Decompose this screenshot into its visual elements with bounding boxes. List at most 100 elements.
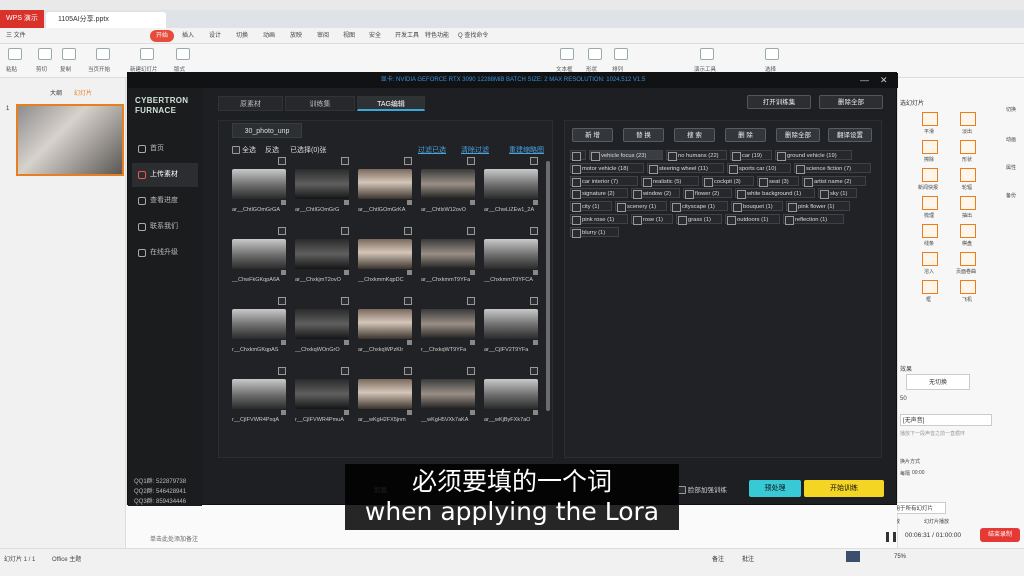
thumbnail-item[interactable]: ar__CjIFV2T9YFa (484, 297, 540, 357)
cut-icon[interactable] (38, 48, 52, 60)
thumbnail-checkbox[interactable] (278, 157, 286, 165)
slide-play-button[interactable]: 幻灯片播放 (924, 518, 949, 525)
effect-spoke-icon[interactable] (960, 168, 976, 182)
menu-view[interactable]: 视图 (343, 28, 355, 44)
thumbnail-checkbox[interactable] (530, 367, 538, 375)
trash-icon[interactable] (407, 340, 412, 345)
loop-option[interactable]: 播放下一段声音之前一直循环 (900, 430, 965, 437)
menu-file[interactable]: 三 文件 (6, 28, 26, 44)
thumbnail-item[interactable]: __ChxkmmKqpDC (358, 227, 414, 287)
thumbnail-image[interactable] (295, 169, 349, 199)
thumbnail-item[interactable]: ar__ChtlGOmGrGA (232, 157, 288, 217)
menu-dev[interactable]: 开发工具 (395, 28, 419, 44)
new-slide-icon[interactable] (140, 48, 154, 60)
gallery-scrollbar[interactable] (546, 161, 550, 411)
tab-tag-edit[interactable]: TAG编辑 (357, 96, 425, 111)
thumbnail-item[interactable]: r__CjIFVWR4PmuA (295, 367, 351, 427)
thumbnail-checkbox[interactable] (404, 157, 412, 165)
stop-recording-button[interactable]: 结束录制 (980, 528, 1020, 542)
pause-icon[interactable] (886, 532, 896, 542)
tag-chip[interactable]: sky (1) (818, 188, 857, 199)
side-backup[interactable]: 备份 (1006, 192, 1016, 199)
trash-icon[interactable] (281, 340, 286, 345)
thumbnail-checkbox[interactable] (404, 227, 412, 235)
thumbnail-item[interactable]: ar__ChxkjmT2ovO (295, 227, 351, 287)
tag-replace-button[interactable]: 替 换 (623, 128, 664, 142)
thumbnail-checkbox[interactable] (467, 297, 475, 305)
tag-chip[interactable]: realistic (5) (641, 176, 699, 187)
tag-chip[interactable]: signature (2) (570, 188, 628, 199)
side-switch[interactable]: 切换 (1006, 106, 1016, 113)
invert-selection[interactable]: 反选 (265, 145, 279, 155)
thumbnail-image[interactable] (358, 169, 412, 199)
tab-raw[interactable]: 原素材 (218, 96, 283, 111)
thumbnail-checkbox[interactable] (530, 297, 538, 305)
trash-icon[interactable] (281, 200, 286, 205)
menu-switch[interactable]: 切换 (236, 28, 248, 44)
effect-lines-icon[interactable] (922, 224, 938, 238)
tag-chip[interactable] (570, 150, 586, 161)
effect-plane-icon[interactable] (960, 280, 976, 294)
thumbnail-image[interactable] (295, 309, 349, 339)
thumbnail-image[interactable] (421, 379, 475, 409)
copy-icon[interactable] (62, 48, 76, 60)
thumbnail-checkbox[interactable] (467, 157, 475, 165)
select-icon[interactable] (765, 48, 779, 60)
menu-start[interactable]: 开始 (150, 30, 175, 42)
thumbnail-item[interactable]: ar__wKjByFXk7aO (484, 367, 540, 427)
paste-icon[interactable] (8, 48, 22, 60)
face-enhance-checkbox[interactable]: 脸部加强训练 (678, 484, 727, 495)
thumbnail-item[interactable]: __ChxkqWOnGrO (295, 297, 351, 357)
clear-filter-link[interactable]: 清除过滤 (461, 145, 489, 155)
open-trainset-button[interactable]: 打开训练集 (747, 95, 811, 109)
thumbnail-checkbox[interactable] (404, 297, 412, 305)
slides-tab[interactable]: 幻灯片 (74, 88, 92, 97)
effect-fade-icon[interactable] (960, 112, 976, 126)
tag-chip[interactable]: reflection (1) (783, 214, 844, 225)
tag-chip[interactable]: outdoors (1) (725, 214, 780, 225)
thumbnail-image[interactable] (358, 309, 412, 339)
menu-animate[interactable]: 动画 (263, 28, 275, 44)
menu-insert[interactable]: 插入 (182, 28, 194, 44)
nav-home[interactable]: 首页 (132, 137, 198, 161)
tag-chip[interactable]: white background (1) (735, 188, 815, 199)
menu-show[interactable]: 放映 (290, 28, 302, 44)
thumbnail-image[interactable] (295, 239, 349, 269)
trash-icon[interactable] (533, 410, 538, 415)
thumbnail-image[interactable] (421, 239, 475, 269)
menu-special[interactable]: 特色功能 (425, 28, 449, 44)
effect-curl-icon[interactable] (960, 252, 976, 266)
thumbnail-item[interactable]: __ChwFkGKqpA6A (232, 227, 288, 287)
thumbnail-checkbox[interactable] (341, 367, 349, 375)
wps-home-tab[interactable]: WPS 演示 (0, 10, 44, 28)
thumbnail-item[interactable]: ar__ChwLlZEw1_2A (484, 157, 540, 217)
thumbnail-item[interactable]: __wKgH5VXk7aKA (421, 367, 477, 427)
effect-dissolve-icon[interactable] (922, 252, 938, 266)
thumbnail-image[interactable] (295, 379, 349, 409)
tag-chip[interactable]: science fiction (7) (794, 163, 871, 174)
comments-toggle[interactable]: 批注 (742, 554, 754, 563)
nav-upgrade[interactable]: 在线升级 (132, 241, 198, 265)
trash-icon[interactable] (281, 410, 286, 415)
trash-icon[interactable] (344, 200, 349, 205)
tag-chip[interactable]: rose (1) (631, 214, 673, 225)
trash-icon[interactable] (344, 340, 349, 345)
thumbnail-image[interactable] (484, 239, 538, 269)
textbox-icon[interactable] (560, 48, 574, 60)
menu-security[interactable]: 安全 (369, 28, 381, 44)
thumbnail-checkbox[interactable] (467, 367, 475, 375)
minimize-icon[interactable]: — (860, 73, 869, 88)
trash-icon[interactable] (470, 410, 475, 415)
thumbnail-image[interactable] (421, 169, 475, 199)
tag-chip[interactable]: pink rose (1) (570, 214, 628, 225)
effect-select[interactable]: 无切换 (906, 374, 970, 390)
tag-chip[interactable]: artist name (2) (802, 176, 866, 187)
tag-add-button[interactable]: 新 增 (572, 128, 613, 142)
tag-chip[interactable]: flower (2) (683, 188, 732, 199)
thumbnail-image[interactable] (421, 309, 475, 339)
thumbnail-checkbox[interactable] (341, 227, 349, 235)
tools-icon[interactable] (700, 48, 714, 60)
tag-chip[interactable]: city (1) (570, 201, 612, 212)
thumbnail-item[interactable]: ar__ChtlGOmGrKA (358, 157, 414, 217)
tag-chip[interactable]: grass (1) (676, 214, 722, 225)
